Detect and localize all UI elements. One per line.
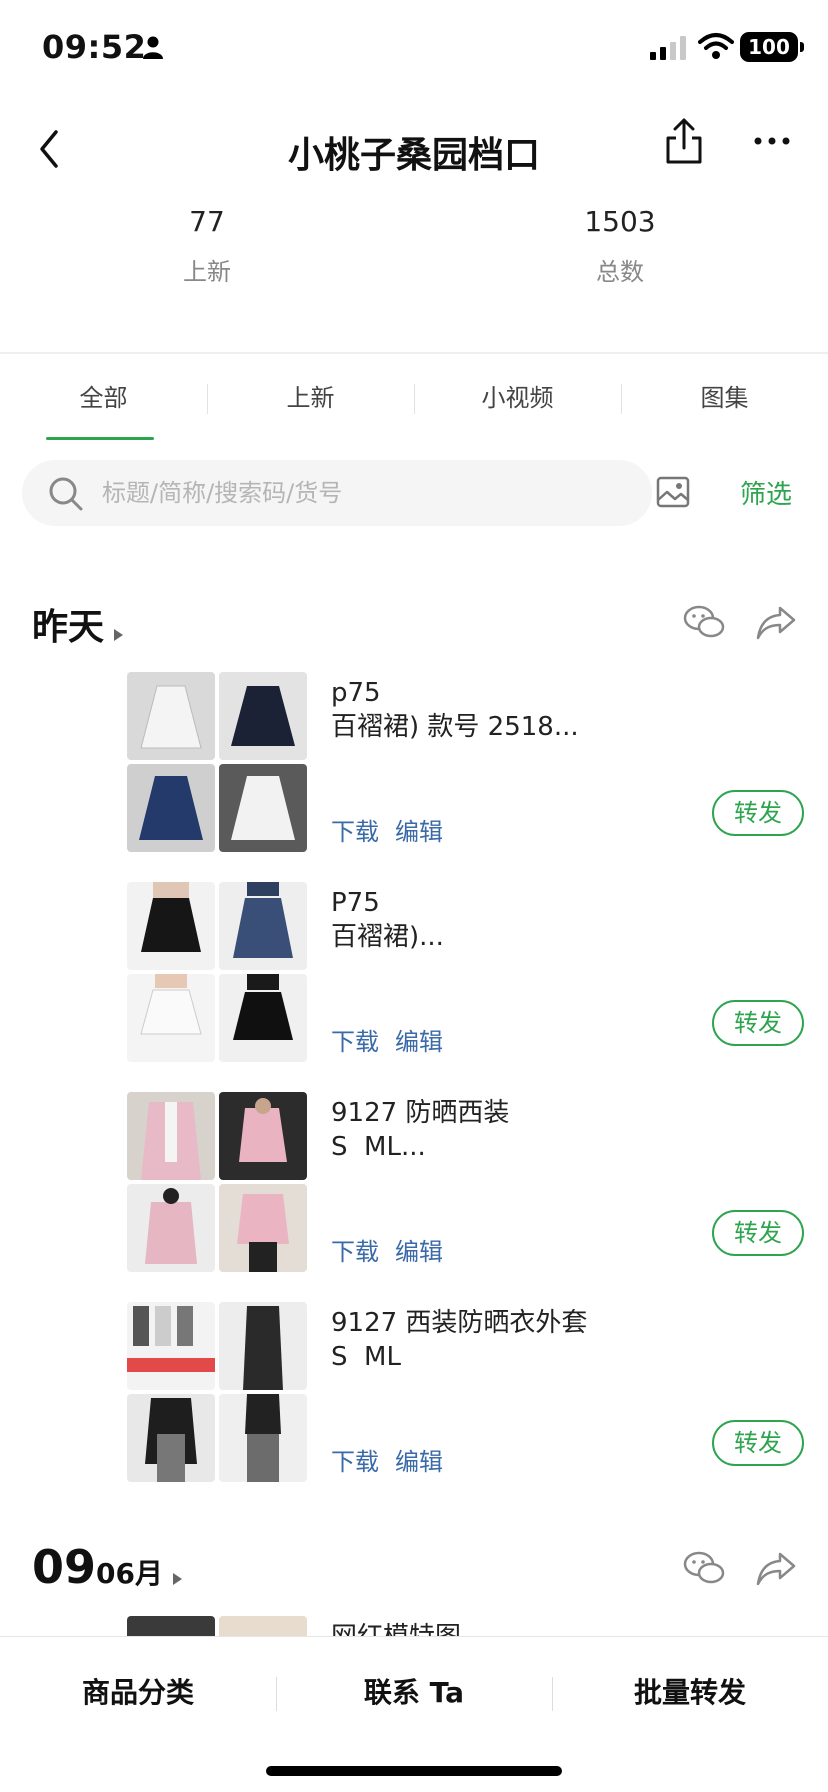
product-thumbnail bbox=[127, 1184, 215, 1272]
battery-indicator: 100 bbox=[740, 32, 804, 62]
share-icon[interactable] bbox=[662, 116, 706, 168]
item-image-grid[interactable] bbox=[127, 882, 307, 1062]
tab-new[interactable]: 上新 bbox=[207, 370, 414, 440]
forward-button[interactable]: 转发 bbox=[712, 1000, 804, 1046]
triangle-right-icon bbox=[114, 628, 124, 641]
forward-button[interactable]: 转发 bbox=[712, 790, 804, 836]
edit-link[interactable]: 编辑 bbox=[395, 1028, 443, 1056]
product-thumbnail bbox=[127, 672, 215, 760]
stat-total-count: 1503 bbox=[584, 205, 656, 238]
batch-forward-button[interactable]: 批量转发 bbox=[552, 1671, 828, 1711]
download-link[interactable]: 下载 bbox=[331, 1448, 379, 1476]
item-actions: 下载 编辑 bbox=[331, 1022, 443, 1057]
product-thumbnail bbox=[219, 672, 307, 760]
tab-bar: 全部 上新 小视频 图集 bbox=[0, 370, 828, 440]
product-thumbnail bbox=[127, 882, 215, 970]
search-icon bbox=[49, 477, 83, 511]
status-time: 09:52 bbox=[42, 28, 147, 66]
product-thumbnail bbox=[127, 974, 215, 1062]
forward-button[interactable]: 转发 bbox=[712, 1210, 804, 1256]
edit-link[interactable]: 编辑 bbox=[395, 1448, 443, 1476]
product-thumbnail bbox=[219, 1394, 307, 1482]
item-actions: 下载 编辑 bbox=[331, 1442, 443, 1477]
forward-button[interactable]: 转发 bbox=[712, 1420, 804, 1466]
triangle-right-icon bbox=[172, 1572, 182, 1585]
image-search-icon[interactable] bbox=[655, 474, 691, 510]
category-button[interactable]: 商品分类 bbox=[0, 1671, 276, 1711]
tab-short-video[interactable]: 小视频 bbox=[414, 370, 621, 440]
item-description: 9127 西装防晒衣外套 S ML bbox=[331, 1308, 588, 1372]
product-thumbnail bbox=[219, 974, 307, 1062]
product-thumbnail bbox=[127, 764, 215, 852]
edit-link[interactable]: 编辑 bbox=[395, 1238, 443, 1266]
section-day: 09 bbox=[32, 1540, 97, 1594]
product-thumbnail bbox=[219, 882, 307, 970]
list-item[interactable]: p75 百褶裙) 款号 2518... 下载 编辑 转发 bbox=[127, 672, 807, 852]
item-actions: 下载 编辑 bbox=[331, 1232, 443, 1267]
search-bar bbox=[22, 460, 652, 526]
edit-link[interactable]: 编辑 bbox=[395, 818, 443, 846]
divider bbox=[0, 352, 828, 354]
wechat-icon[interactable] bbox=[682, 1548, 726, 1588]
signal-icon bbox=[650, 36, 686, 60]
stat-new[interactable]: 77 上新 bbox=[107, 205, 307, 287]
contact-button[interactable]: 联系 Ta bbox=[276, 1671, 552, 1711]
stat-new-count: 77 bbox=[189, 205, 225, 238]
filter-button[interactable]: 筛选 bbox=[740, 474, 792, 511]
forward-arrow-icon[interactable] bbox=[754, 602, 798, 642]
product-thumbnail bbox=[127, 1394, 215, 1482]
product-thumbnail bbox=[219, 1302, 307, 1390]
home-indicator[interactable] bbox=[266, 1766, 562, 1776]
search-input[interactable] bbox=[102, 460, 622, 526]
item-description: P75 百褶裙)... bbox=[331, 888, 444, 952]
more-icon[interactable] bbox=[752, 134, 792, 148]
tab-all[interactable]: 全部 bbox=[0, 370, 207, 440]
item-actions: 下载 编辑 bbox=[331, 812, 443, 847]
item-image-grid[interactable] bbox=[127, 1092, 307, 1272]
stat-new-label: 上新 bbox=[183, 258, 231, 286]
nav-header: 小桃子桑园档口 bbox=[0, 100, 828, 200]
list-item[interactable]: P75 百褶裙)... 下载 编辑 转发 bbox=[127, 882, 807, 1062]
stat-total[interactable]: 1503 总数 bbox=[520, 205, 720, 287]
download-link[interactable]: 下载 bbox=[331, 1028, 379, 1056]
section-header-date[interactable]: 0906月 bbox=[32, 1540, 182, 1594]
section-header-yesterday[interactable]: 昨天 bbox=[32, 598, 124, 648]
wechat-icon[interactable] bbox=[682, 602, 726, 642]
item-description: 9127 防晒西装 S ML... bbox=[331, 1098, 510, 1162]
section-label: 昨天 bbox=[32, 607, 105, 648]
product-thumbnail bbox=[127, 1302, 215, 1390]
list-item[interactable]: 9127 西装防晒衣外套 S ML 下载 编辑 转发 bbox=[127, 1302, 807, 1482]
stat-total-label: 总数 bbox=[596, 258, 644, 286]
item-description: p75 百褶裙) 款号 2518... bbox=[331, 678, 579, 742]
product-thumbnail bbox=[219, 764, 307, 852]
product-thumbnail bbox=[219, 1092, 307, 1180]
section-month: 06月 bbox=[96, 1557, 163, 1590]
product-thumbnail bbox=[219, 1184, 307, 1272]
download-link[interactable]: 下载 bbox=[331, 1238, 379, 1266]
item-image-grid[interactable] bbox=[127, 1302, 307, 1482]
list-item[interactable]: 9127 防晒西装 S ML... 下载 编辑 转发 bbox=[127, 1092, 807, 1272]
download-link[interactable]: 下载 bbox=[331, 818, 379, 846]
status-bar: 09:52 100 bbox=[0, 0, 828, 100]
tab-gallery[interactable]: 图集 bbox=[621, 370, 828, 440]
forward-arrow-icon[interactable] bbox=[754, 1548, 798, 1588]
item-image-grid[interactable] bbox=[127, 672, 307, 852]
product-thumbnail bbox=[127, 1092, 215, 1180]
person-icon bbox=[143, 36, 163, 59]
wifi-icon bbox=[698, 33, 734, 59]
